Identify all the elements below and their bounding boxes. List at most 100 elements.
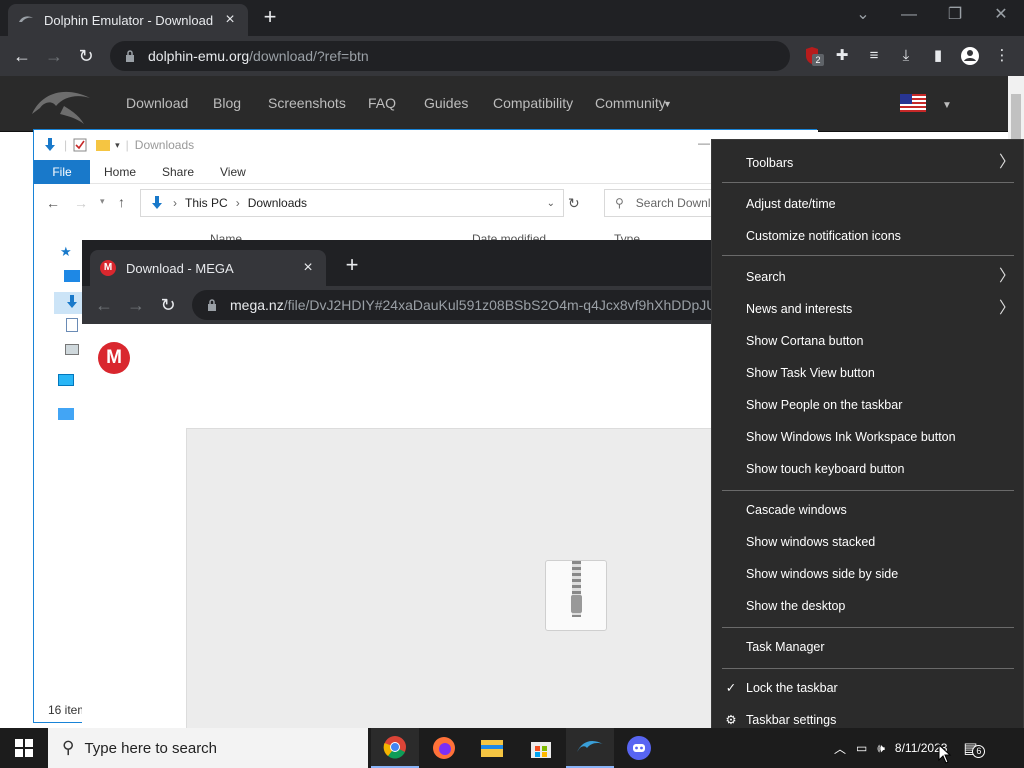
chrome-menu-icon[interactable]: ⋮	[988, 42, 1016, 70]
mega-reload-button[interactable]: ↻	[154, 291, 182, 319]
menu-stacked[interactable]: Show windows stacked	[712, 526, 1023, 558]
this-pc-icon[interactable]	[58, 374, 74, 386]
taskbar-chrome[interactable]	[371, 728, 419, 768]
nav-guides[interactable]: Guides	[424, 95, 468, 111]
menu-cascade[interactable]: Cascade windows	[712, 494, 1023, 526]
explorer-back-icon[interactable]: ←	[46, 195, 60, 211]
menu-show-ink[interactable]: Show Windows Ink Workspace button	[712, 421, 1023, 453]
community-caret-icon: ▼	[663, 99, 672, 109]
taskbar-store[interactable]	[517, 728, 565, 768]
explorer-forward-icon[interactable]: →	[74, 195, 88, 211]
nav-faq[interactable]: FAQ	[368, 95, 396, 111]
quick-access-star-icon[interactable]: ★	[60, 244, 72, 260]
taskbar-discord[interactable]	[615, 728, 663, 768]
notification-count-badge: 6	[972, 745, 986, 758]
checkmark-icon: ✓	[725, 681, 737, 695]
mega-address-bar[interactable]: mega.nz/file/DvJ2HDIY#24xaDauKul591z08BS…	[192, 290, 752, 320]
mega-back-button[interactable]: ←	[90, 291, 118, 319]
network-tray-icon[interactable]: ▭	[856, 741, 867, 755]
properties-checkmark-icon[interactable]	[73, 138, 87, 152]
scrollbar-thumb[interactable]	[1011, 94, 1021, 144]
forward-button[interactable]: →	[40, 42, 68, 70]
chrome-icon	[383, 736, 406, 759]
nav-screenshots[interactable]: Screenshots	[268, 95, 346, 111]
ribbon-share-tab[interactable]: Share	[162, 165, 194, 179]
address-bar[interactable]: dolphin-emu.org/download/?ref=btn	[110, 41, 790, 71]
quick-access-dropdown-icon[interactable]: ▾	[115, 140, 120, 151]
menu-show-taskview[interactable]: Show Task View button	[712, 357, 1023, 389]
tab-mega[interactable]: M Download - MEGA ×	[90, 250, 326, 286]
volume-icon[interactable]: 🕪	[877, 741, 885, 756]
close-mega-tab-icon[interactable]: ×	[300, 260, 316, 276]
mega-new-tab-button[interactable]: +	[340, 254, 364, 276]
address-dropdown-icon[interactable]: ⌄	[547, 198, 555, 209]
desktop-folder-icon[interactable]	[64, 270, 80, 282]
reload-button[interactable]: ↻	[72, 42, 100, 70]
media-queue-icon[interactable]: ≡	[860, 42, 888, 70]
mega-forward-button[interactable]: →	[122, 291, 150, 319]
profile-avatar-icon[interactable]	[956, 42, 984, 70]
menu-news-interests[interactable]: News and interests 〉	[712, 293, 1023, 325]
ublock-icon[interactable]: 2	[798, 42, 826, 70]
us-flag-icon[interactable]	[900, 94, 926, 112]
network-icon[interactable]	[58, 408, 74, 420]
nav-community[interactable]: Community	[595, 95, 666, 111]
dolphin-logo-icon[interactable]	[30, 84, 92, 124]
close-tab-icon[interactable]: ×	[222, 12, 238, 28]
ribbon-home-tab[interactable]: Home	[104, 165, 136, 179]
menu-lock-taskbar[interactable]: ✓ Lock the taskbar	[712, 672, 1023, 704]
menu-side-by-side[interactable]: Show windows side by side	[712, 558, 1023, 590]
new-folder-icon[interactable]	[95, 138, 111, 152]
ribbon-view-tab[interactable]: View	[220, 165, 246, 179]
pictures-icon[interactable]	[65, 344, 79, 355]
explorer-ribbon: File Home Share View	[34, 160, 818, 184]
menu-customize-notifications[interactable]: Customize notification icons	[712, 220, 1023, 252]
menu-show-touch-keyboard[interactable]: Show touch keyboard button	[712, 453, 1023, 485]
path-downloads[interactable]: Downloads	[248, 196, 307, 210]
side-panel-icon[interactable]: ▮	[924, 42, 952, 70]
explorer-minimize-button[interactable]: —	[698, 136, 710, 150]
up-folder-icon[interactable]: ↑	[118, 194, 125, 210]
taskbar-firefox[interactable]	[420, 728, 468, 768]
menu-show-desktop[interactable]: Show the desktop	[712, 590, 1023, 622]
start-button[interactable]	[0, 728, 48, 768]
close-window-button[interactable]: ✕	[978, 0, 1024, 32]
tab-title: Dolphin Emulator - Download	[44, 12, 214, 28]
explorer-address-bar[interactable]: › This PC › Downloads ⌄	[140, 189, 564, 217]
taskbar-search-box[interactable]: ⚲ Type here to search	[48, 728, 368, 768]
menu-separator	[722, 668, 1014, 669]
back-button[interactable]: ←	[8, 42, 36, 70]
download-icon[interactable]: ⤓	[892, 42, 920, 70]
documents-icon[interactable]	[66, 318, 78, 332]
menu-show-people[interactable]: Show People on the taskbar	[712, 389, 1023, 421]
menu-search[interactable]: Search 〉	[712, 261, 1023, 293]
show-hidden-icons-chevron[interactable]: ︿	[834, 740, 846, 757]
notification-center-icon[interactable]: ▤ 6	[963, 739, 986, 758]
explorer-refresh-icon[interactable]: ↻	[568, 195, 580, 212]
search-magnifier-icon: ⚲	[615, 196, 624, 210]
menu-adjust-datetime[interactable]: Adjust date/time	[712, 188, 1023, 220]
new-tab-button[interactable]: +	[258, 6, 282, 28]
tab-search-icon[interactable]: ⌄	[840, 0, 886, 32]
explorer-titlebar: | ▾ | Downloads —	[34, 130, 818, 160]
restore-button[interactable]: ❐	[932, 0, 978, 32]
taskbar-file-explorer[interactable]	[468, 728, 516, 768]
ribbon-file-tab[interactable]: File	[34, 160, 90, 184]
nav-download[interactable]: Download	[126, 95, 188, 111]
nav-compatibility[interactable]: Compatibility	[493, 95, 573, 111]
recent-locations-icon[interactable]: ▾	[100, 196, 105, 207]
language-caret-icon[interactable]: ▼	[942, 100, 952, 111]
menu-taskview-label: Show Task View button	[746, 366, 875, 380]
mouse-cursor-icon	[938, 744, 952, 764]
menu-side-by-side-label: Show windows side by side	[746, 567, 899, 581]
minimize-button[interactable]: —	[886, 0, 932, 32]
path-this-pc[interactable]: This PC	[185, 196, 228, 210]
mega-logo[interactable]: M	[98, 342, 130, 374]
menu-show-cortana[interactable]: Show Cortana button	[712, 325, 1023, 357]
taskbar-dolphin[interactable]	[566, 728, 614, 768]
menu-toolbars[interactable]: Toolbars 〉	[712, 147, 1023, 179]
extensions-puzzle-icon[interactable]: ✚	[828, 42, 856, 70]
nav-blog[interactable]: Blog	[213, 95, 241, 111]
tab-dolphin[interactable]: Dolphin Emulator - Download ×	[8, 4, 248, 36]
menu-task-manager[interactable]: Task Manager	[712, 631, 1023, 663]
